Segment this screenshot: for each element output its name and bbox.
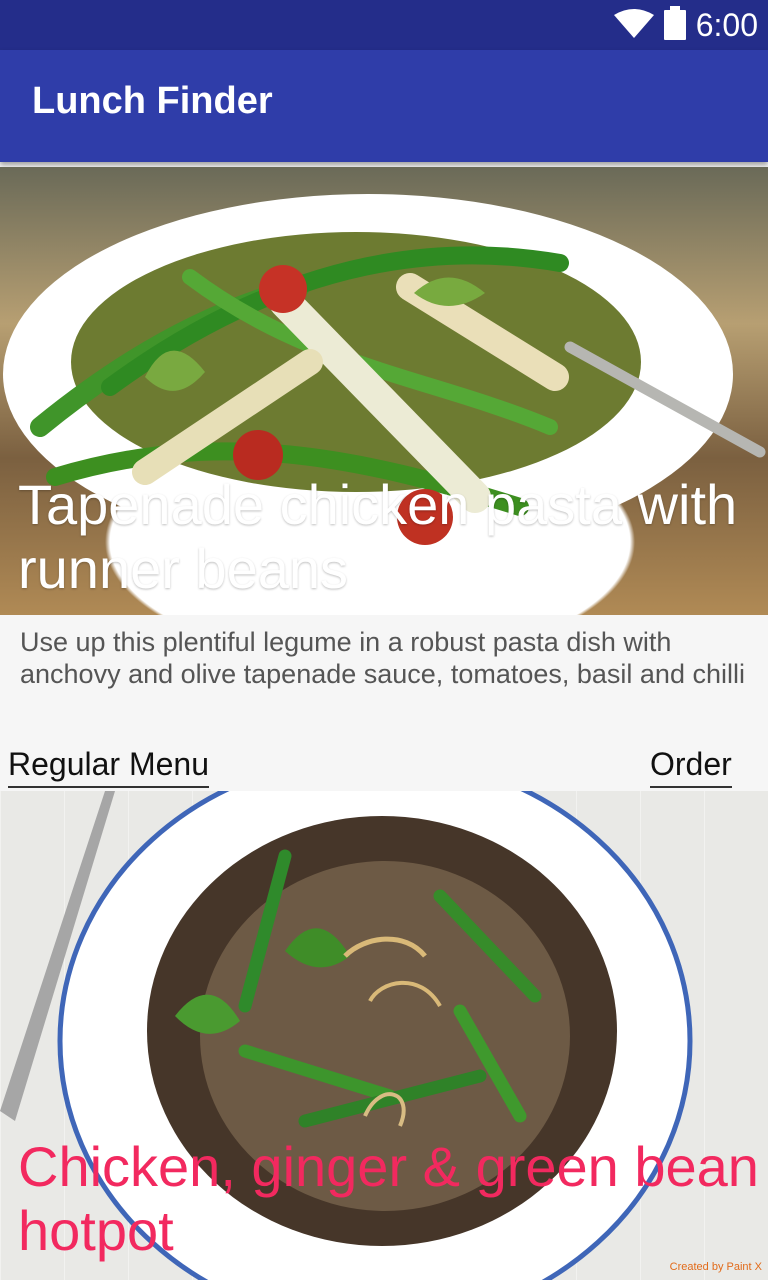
card-title: Chicken, ginger & green bean hotpot (18, 1135, 759, 1262)
pasta-dish-image: Tapenade chicken pasta with runner beans (0, 167, 768, 615)
card-description: Use up this plentiful legume in a robust… (20, 627, 745, 689)
card-title: Tapenade chicken pasta with runner beans (18, 473, 738, 600)
status-time: 6:00 (695, 7, 758, 43)
hotpot-dish-image: Chicken, ginger & green bean hotpot Crea… (0, 791, 768, 1280)
app-title: Lunch Finder (32, 80, 273, 122)
battery-icon (663, 6, 686, 44)
watermark: Created by Paint X (669, 1261, 762, 1273)
status-icons: 6:00 (613, 0, 758, 50)
order-button[interactable]: Order (650, 744, 732, 788)
regular-menu-button[interactable]: Regular Menu (8, 744, 209, 788)
app-bar: Lunch Finder (0, 50, 768, 162)
wifi-icon (613, 8, 654, 42)
status-bar: 6:00 (0, 0, 768, 50)
